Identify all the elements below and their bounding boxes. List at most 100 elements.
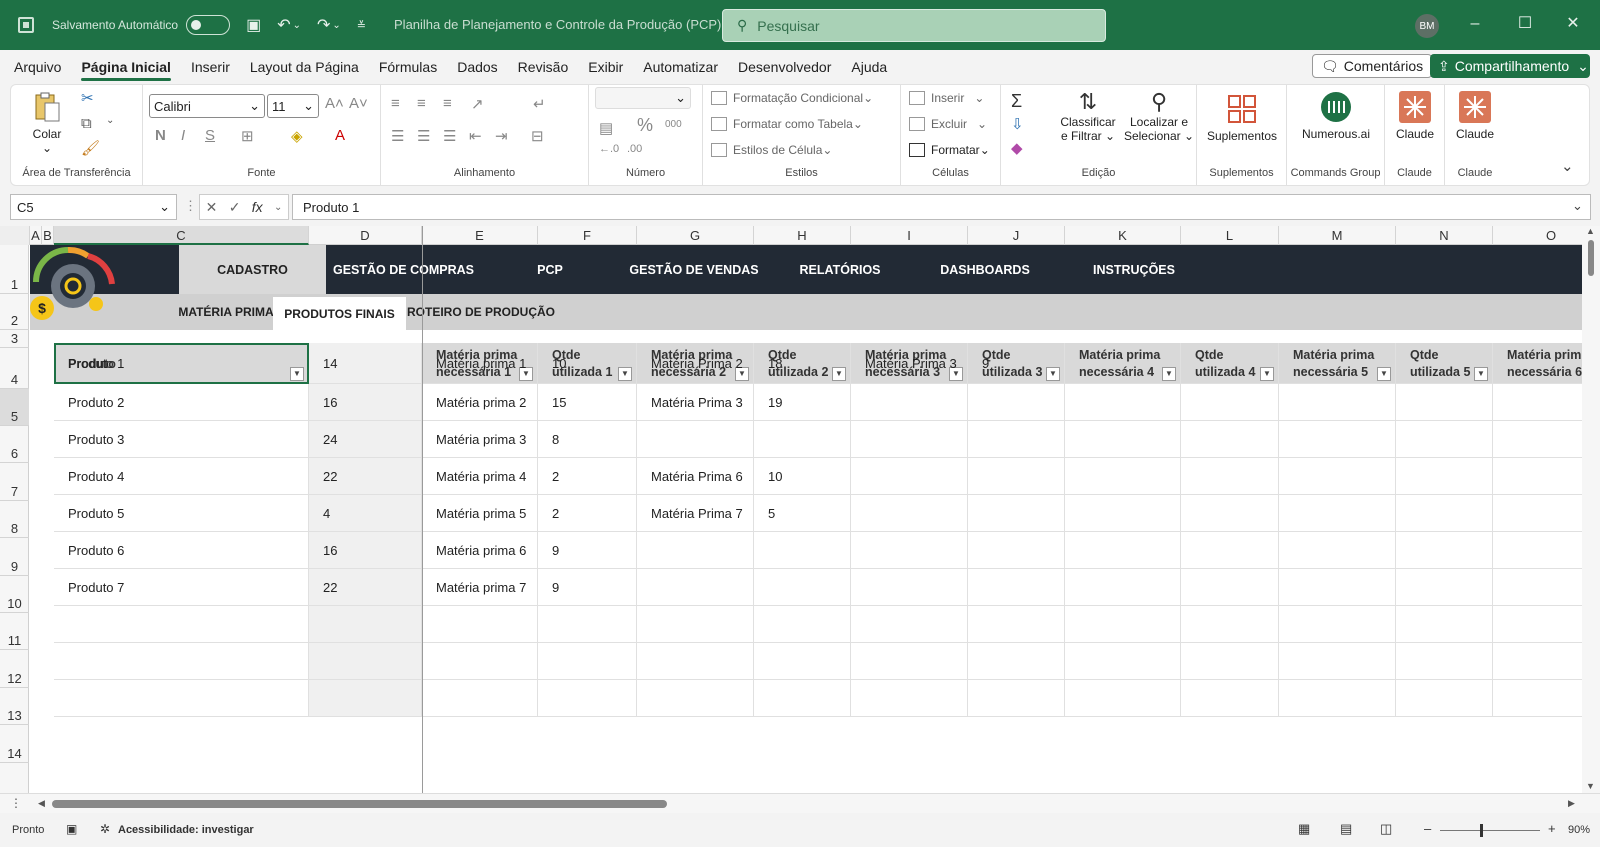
bold-icon[interactable]: N (155, 127, 166, 144)
align-right-icon[interactable]: ☰ (443, 127, 456, 145)
table-cell[interactable]: Produto 5 (54, 495, 309, 532)
row-header-2[interactable]: 2 (0, 294, 29, 330)
currency-icon[interactable]: ▤ (599, 119, 613, 137)
table-cell[interactable] (851, 680, 968, 717)
table-cell[interactable] (968, 458, 1065, 495)
increase-decimal-icon[interactable]: ←.0 (599, 143, 619, 155)
table-cell[interactable]: Matéria prima 2 (422, 384, 538, 421)
table-cell[interactable] (1396, 569, 1493, 606)
share-button[interactable]: ⇪ Compartilhamento ⌄ (1430, 54, 1590, 78)
table-cell[interactable]: 22 (309, 569, 422, 606)
table-cell[interactable]: Produto 7 (54, 569, 309, 606)
table-cell[interactable] (1279, 606, 1396, 643)
table-cell[interactable]: Produto 3 (54, 421, 309, 458)
vertical-scrollbar[interactable]: ▲ ▼ (1582, 226, 1600, 793)
expand-formula-bar-icon[interactable]: ⌄ (1572, 198, 1583, 214)
table-cell[interactable] (1396, 606, 1493, 643)
autosave-toggle[interactable] (186, 15, 231, 35)
table-cell[interactable] (1065, 532, 1181, 569)
table-cell[interactable]: 24 (309, 421, 422, 458)
table-cell[interactable] (1181, 643, 1279, 680)
row-header-14[interactable]: 14 (0, 725, 29, 763)
scroll-up-icon[interactable]: ▲ (1586, 226, 1595, 236)
zoom-slider-thumb[interactable] (1480, 824, 1483, 837)
column-header-h[interactable]: H (754, 226, 851, 245)
table-cell[interactable]: Produto 6 (54, 532, 309, 569)
claude-button-1[interactable]: Claude (1389, 91, 1441, 141)
table-cell[interactable] (637, 680, 754, 717)
table-cell[interactable]: Produto 2 (54, 384, 309, 421)
sort-filter-button[interactable]: ⇅ Classificar e Filtrar ⌄ (1055, 89, 1121, 143)
tab-pagina-inicial[interactable]: Página Inicial (81, 55, 172, 81)
table-cell[interactable] (968, 643, 1065, 680)
row-header-6[interactable]: 6 (0, 426, 29, 463)
table-cell[interactable] (1279, 384, 1396, 421)
nav-pcp[interactable]: PCP (481, 245, 619, 294)
nav-gestao-vendas[interactable]: GESTÃO DE VENDAS (619, 245, 769, 294)
table-cell[interactable]: 8 (538, 421, 637, 458)
table-cell[interactable] (54, 680, 309, 717)
table-cell[interactable] (1065, 384, 1181, 421)
table-cell[interactable] (754, 532, 851, 569)
insert-function-icon[interactable]: fx (252, 199, 263, 215)
table-cell[interactable]: 14 (309, 343, 422, 384)
find-select-button[interactable]: ⚲ Localizar e Selecionar ⌄ (1123, 89, 1195, 143)
comments-button[interactable]: 🗨 Comentários (1312, 54, 1433, 78)
zoom-out-icon[interactable]: – (1424, 821, 1431, 836)
tab-arquivo[interactable]: Arquivo (14, 55, 61, 79)
table-cell[interactable] (851, 458, 968, 495)
table-cell[interactable] (637, 532, 754, 569)
nav-gestao-compras[interactable]: GESTÃO DE COMPRAS (326, 245, 481, 294)
accessibility-status[interactable]: Acessibilidade: investigar (118, 824, 254, 836)
column-header-l[interactable]: L (1181, 226, 1279, 245)
avatar[interactable]: BM (1415, 14, 1439, 38)
tab-desenvolvedor[interactable]: Desenvolvedor (738, 55, 831, 79)
table-cell[interactable] (309, 680, 422, 717)
formula-bar-more-icon[interactable]: ⋮ (184, 198, 197, 214)
table-cell[interactable] (1279, 569, 1396, 606)
table-cell[interactable]: 10 (538, 343, 637, 384)
font-color-icon[interactable]: A (335, 127, 345, 144)
table-cell[interactable]: Matéria prima 6 (422, 532, 538, 569)
table-cell[interactable]: Produto 4 (54, 458, 309, 495)
zoom-level[interactable]: 90% (1568, 824, 1590, 836)
subnav-produtos-finais[interactable]: PRODUTOS FINAIS (273, 297, 406, 330)
table-cell[interactable] (1396, 421, 1493, 458)
table-cell[interactable]: 9 (538, 532, 637, 569)
table-cell[interactable] (851, 643, 968, 680)
table-cell[interactable] (754, 680, 851, 717)
column-header-a[interactable]: A (30, 226, 42, 245)
table-cell[interactable] (1279, 343, 1396, 384)
table-cell[interactable]: Matéria prima 4 (422, 458, 538, 495)
table-cell[interactable] (1396, 458, 1493, 495)
table-cell[interactable] (1065, 495, 1181, 532)
table-cell[interactable] (851, 495, 968, 532)
table-cell[interactable] (1065, 569, 1181, 606)
clear-icon[interactable]: ◆ (1011, 139, 1023, 157)
table-cell[interactable] (1065, 680, 1181, 717)
select-all-corner[interactable] (0, 226, 30, 245)
percent-icon[interactable]: % (637, 115, 653, 136)
confirm-entry-icon[interactable]: ✓ (229, 199, 241, 216)
table-cell[interactable] (968, 532, 1065, 569)
table-cell[interactable] (309, 606, 422, 643)
cancel-entry-icon[interactable]: ✕ (206, 199, 218, 216)
font-size-select[interactable]: 11 ⌄ (267, 94, 319, 118)
nav-dashboards[interactable]: DASHBOARDS (911, 245, 1059, 294)
table-cell[interactable]: 15 (538, 384, 637, 421)
table-cell[interactable] (538, 643, 637, 680)
vertical-scroll-thumb[interactable] (1588, 240, 1594, 276)
align-left-icon[interactable]: ☰ (391, 127, 404, 145)
claude-button-2[interactable]: Claude (1449, 91, 1501, 141)
table-cell[interactable] (54, 643, 309, 680)
decrease-decimal-icon[interactable]: .00 (627, 143, 642, 155)
spreadsheet-grid[interactable]: A B C D E F G H I J K L M N O 1 2 3 4 5 … (0, 226, 1600, 793)
italic-icon[interactable]: I (181, 127, 185, 144)
redo-dropdown-icon[interactable]: ⌄ (332, 20, 340, 31)
format-cells-button[interactable]: Formatar ⌄ (909, 143, 990, 157)
table-cell[interactable] (851, 421, 968, 458)
table-cell[interactable] (1279, 458, 1396, 495)
column-header-j[interactable]: J (968, 226, 1065, 245)
customize-toolbar-icon[interactable]: ≚ (357, 19, 366, 32)
fill-color-icon[interactable]: ◈ (291, 127, 303, 145)
